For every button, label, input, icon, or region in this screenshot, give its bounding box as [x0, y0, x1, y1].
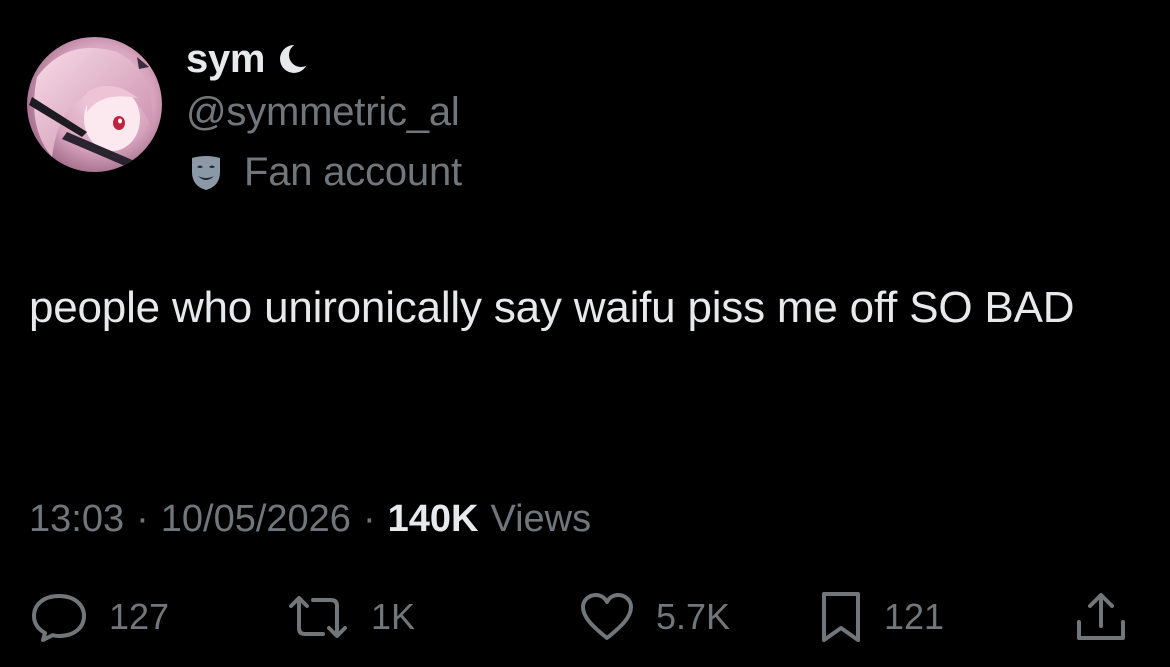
- bookmark-button[interactable]: 121: [818, 590, 944, 644]
- views-count: 140K: [387, 497, 479, 540]
- tweet-date[interactable]: 10/05/2026: [161, 498, 351, 541]
- share-button[interactable]: [1073, 590, 1129, 644]
- reply-icon: [29, 590, 89, 644]
- bookmark-icon: [818, 590, 864, 644]
- display-name[interactable]: sym: [186, 37, 265, 82]
- repost-button[interactable]: 1K: [285, 590, 415, 644]
- meta-separator: ·: [362, 497, 376, 540]
- display-name-row[interactable]: sym: [186, 36, 314, 82]
- bookmark-count: 121: [884, 596, 945, 637]
- account-label-text: Fan account: [244, 149, 462, 194]
- user-handle[interactable]: @symmetric_al: [186, 90, 460, 135]
- reply-count: 127: [109, 596, 170, 637]
- meta-separator: ·: [136, 497, 149, 540]
- crescent-moon-icon: [277, 42, 314, 76]
- views-label: Views: [490, 497, 592, 540]
- tweet-time[interactable]: 13:03: [29, 498, 124, 541]
- tweet-card: sym @symmetric_al Fan account people who…: [0, 0, 1170, 667]
- like-button[interactable]: 5.7K: [578, 590, 730, 644]
- like-count: 5.7K: [656, 596, 731, 637]
- reply-button[interactable]: 127: [29, 590, 169, 644]
- account-label: Fan account: [186, 148, 462, 196]
- tweet-meta: 13:03 · 10/05/2026 · 140K Views: [29, 494, 591, 544]
- repost-count: 1K: [371, 596, 416, 637]
- tweet-text: people who unironically say waifu piss m…: [29, 283, 1075, 332]
- avatar-image: [27, 37, 162, 172]
- avatar[interactable]: [27, 37, 162, 172]
- theater-mask-icon: [186, 152, 226, 192]
- repost-icon: [285, 590, 351, 644]
- heart-icon: [578, 590, 636, 644]
- share-icon: [1073, 590, 1129, 644]
